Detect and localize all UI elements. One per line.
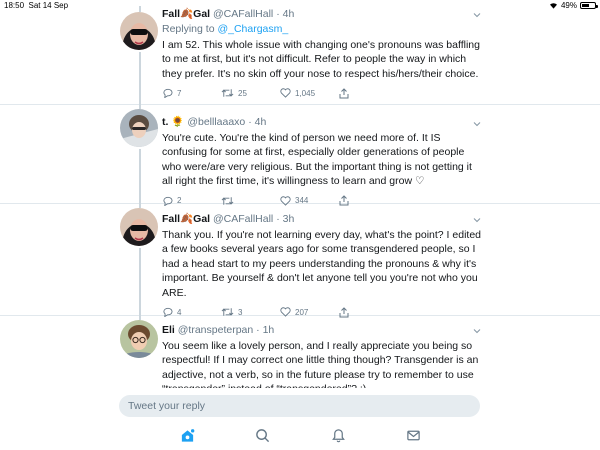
tweet-text: You seem like a lovely person, and I rea…	[162, 340, 479, 388]
avatar-photo	[120, 109, 158, 147]
reply-button[interactable]: 7	[162, 88, 221, 99]
reply-count: 7	[177, 88, 182, 98]
retweet-count: 25	[238, 88, 247, 98]
tweet-header: Fall🍂Gal @CAFallHall · 3h	[162, 213, 295, 225]
chevron-down-icon[interactable]	[472, 119, 482, 129]
tweet-text: I am 52. This whole issue with changing …	[162, 39, 480, 80]
avatar[interactable]	[120, 320, 158, 358]
reply-icon	[163, 89, 173, 99]
like-count: 1,045	[295, 88, 316, 98]
avatar[interactable]	[120, 208, 158, 246]
search-icon	[255, 428, 269, 442]
timestamp[interactable]: 4h	[283, 8, 295, 20]
tweet-text: Thank you. If you're not learning every …	[162, 229, 482, 299]
tab-home[interactable]	[179, 427, 195, 443]
replying-to: Replying to @_Chargasm_	[162, 23, 289, 35]
tweet-header: t. 🌻 @belllaaaxo · 4h	[162, 116, 267, 128]
avatar-photo	[120, 12, 158, 50]
avatar-photo	[120, 208, 158, 246]
share-icon	[339, 88, 349, 99]
handle[interactable]: @transpeterpan	[178, 324, 253, 336]
avatar[interactable]	[120, 109, 158, 147]
chevron-down-icon[interactable]	[472, 10, 482, 20]
tweet[interactable]: Fall🍂Gal @CAFallHall · 4h Replying to @_…	[0, 6, 600, 105]
timestamp[interactable]: 4h	[255, 116, 267, 128]
handle[interactable]: @CAFallHall	[213, 213, 273, 225]
display-name[interactable]: Fall🍂Gal	[162, 8, 210, 20]
mention-link[interactable]: @_Chargasm_	[217, 23, 288, 35]
tweet[interactable]: Eli @transpeterpan · 1h You seem like a …	[0, 316, 600, 388]
tweet-thread[interactable]: Fall🍂Gal @CAFallHall · 4h Replying to @_…	[0, 6, 600, 388]
thread-line	[139, 149, 141, 204]
bottom-tab-bar	[0, 420, 600, 450]
display-name[interactable]: Fall🍂Gal	[162, 213, 210, 225]
handle[interactable]: @CAFallHall	[213, 8, 273, 20]
thread-line	[139, 52, 141, 105]
tab-notifications[interactable]	[330, 427, 346, 443]
tweet-actions: 7 25 1,045	[162, 87, 482, 99]
tweet-header: Eli @transpeterpan · 1h	[162, 324, 275, 336]
display-name[interactable]: Eli	[162, 324, 175, 336]
chevron-down-icon[interactable]	[472, 326, 482, 336]
reply-composer[interactable]	[119, 395, 480, 417]
tab-search[interactable]	[254, 427, 270, 443]
handle[interactable]: @belllaaaxo	[187, 116, 245, 128]
avatar-photo	[120, 320, 158, 358]
retweet-button[interactable]: 25	[221, 88, 280, 98]
tab-messages[interactable]	[405, 427, 421, 443]
retweet-icon	[221, 89, 234, 97]
messages-icon	[406, 430, 420, 440]
tweet[interactable]: Fall🍂Gal @CAFallHall · 3h Thank you. If …	[0, 204, 600, 318]
home-icon	[181, 427, 195, 442]
share-button[interactable]	[339, 88, 398, 99]
tweet-header: Fall🍂Gal @CAFallHall · 4h	[162, 8, 295, 20]
chevron-down-icon[interactable]	[472, 215, 482, 225]
like-button[interactable]: 1,045	[280, 88, 339, 98]
display-name[interactable]: t. 🌻	[162, 116, 184, 128]
tweet-text: You're cute. You're the kind of person w…	[162, 132, 472, 188]
avatar[interactable]	[120, 12, 158, 50]
notifications-icon	[331, 428, 345, 442]
tweet[interactable]: t. 🌻 @belllaaaxo · 4h You're cute. You'r…	[0, 105, 600, 206]
timestamp[interactable]: 3h	[283, 213, 295, 225]
heart-icon	[280, 88, 291, 98]
thread-line	[139, 248, 141, 316]
timestamp[interactable]: 1h	[263, 324, 275, 336]
reply-input[interactable]	[119, 395, 480, 417]
